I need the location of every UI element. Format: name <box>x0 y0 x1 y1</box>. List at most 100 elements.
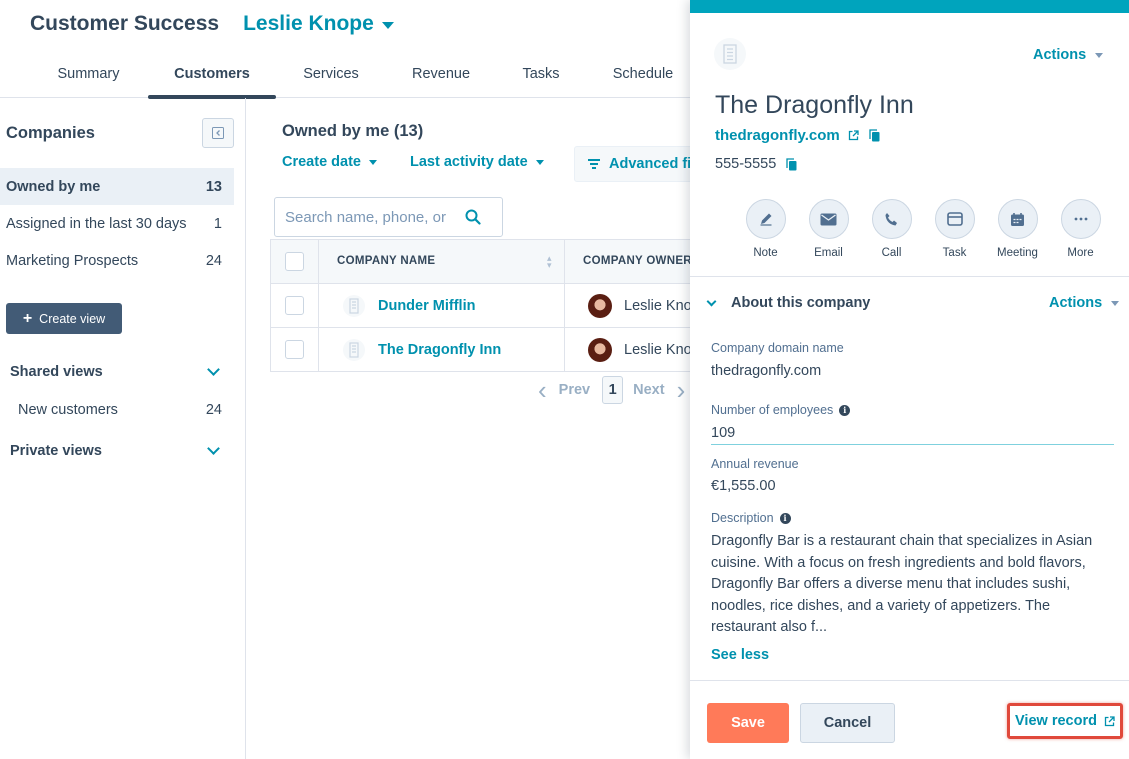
about-company-toggle[interactable]: About this company <box>706 295 871 311</box>
last-activity-date-filter[interactable]: Last activity date <box>410 154 544 170</box>
company-domain-link[interactable]: thedragonfly.com <box>715 127 880 144</box>
meeting-button[interactable]: Meeting <box>986 199 1049 259</box>
about-actions-dropdown[interactable]: Actions <box>1049 295 1120 311</box>
company-name-link[interactable]: The Dragonfly Inn <box>378 342 501 358</box>
external-link-icon <box>1104 715 1115 726</box>
actions-label: Actions <box>1049 295 1103 311</box>
view-item-assigned-last-30-days[interactable]: Assigned in the last 30 days 1 <box>0 205 234 242</box>
view-item-new-customers[interactable]: New customers 24 <box>12 391 234 428</box>
label-text: Number of employees <box>711 403 834 417</box>
company-preview-panel: Actions The Dragonfly Inn thedragonfly.c… <box>690 0 1129 759</box>
activity-buttons: Note Email Call Task Meeting More <box>734 199 1112 259</box>
chevron-right-icon[interactable]: › <box>677 377 686 403</box>
column-header-company-name[interactable]: COMPANY NAME <box>337 255 435 267</box>
company-owner: Leslie Knope <box>624 342 690 358</box>
about-title: About this company <box>731 295 871 311</box>
copy-icon[interactable] <box>786 157 797 171</box>
info-icon[interactable]: i <box>839 404 851 416</box>
table-row: Dunder Mifflin Leslie Knope <box>270 284 690 328</box>
see-less-link[interactable]: See less <box>711 647 769 663</box>
shared-views-toggle[interactable]: Shared views <box>10 363 222 380</box>
company-logo <box>714 38 746 70</box>
employees-input[interactable] <box>711 421 1114 445</box>
label-text: Annual revenue <box>711 457 799 471</box>
sort-icon[interactable]: ▴ ▾ <box>547 254 552 270</box>
task-icon <box>946 212 963 226</box>
tab-customers[interactable]: Customers <box>148 50 276 99</box>
prev-page-button[interactable]: Prev <box>559 382 590 398</box>
save-button[interactable]: Save <box>707 703 789 743</box>
domain-property-value[interactable]: thedragonfly.com <box>711 363 821 379</box>
select-all-checkbox[interactable] <box>285 252 304 271</box>
more-button[interactable]: More <box>1049 199 1112 259</box>
caret-down-icon <box>381 21 394 29</box>
tab-tasks[interactable]: Tasks <box>496 50 586 98</box>
email-circle <box>808 199 849 239</box>
revenue-property-value[interactable]: €1,555.00 <box>711 478 776 494</box>
view-label: Assigned in the last 30 days <box>6 215 187 232</box>
filter-icon <box>588 157 600 171</box>
copy-icon[interactable] <box>869 129 880 142</box>
calendar-icon <box>1011 212 1024 226</box>
advanced-filters-button[interactable]: Advanced fi <box>574 146 690 182</box>
envelope-icon <box>820 213 837 225</box>
domain-property-label: Company domain name <box>711 341 844 355</box>
chevron-down-icon <box>207 442 220 455</box>
email-button[interactable]: Email <box>797 199 860 259</box>
note-label: Note <box>753 247 778 259</box>
user-selector-dropdown[interactable]: Leslie Knope <box>243 12 394 36</box>
company-phone: 555-5555 <box>715 156 797 172</box>
revenue-property-label: Annual revenue <box>711 457 799 471</box>
domain-text: thedragonfly.com <box>715 127 840 144</box>
tab-revenue[interactable]: Revenue <box>386 50 496 98</box>
more-icon <box>1074 217 1087 221</box>
private-views-toggle[interactable]: Private views <box>10 442 222 459</box>
view-record-button[interactable]: View record <box>1007 703 1123 739</box>
advanced-filters-label: Advanced fi <box>609 156 690 172</box>
search-icon[interactable] <box>465 209 481 225</box>
views-sidebar: Companies Owned by me 13 Assigned in the… <box>0 98 246 759</box>
view-count: 13 <box>205 178 222 195</box>
chevron-down-icon <box>207 363 220 376</box>
caret-down-icon <box>535 159 544 165</box>
pencil-icon <box>760 213 771 226</box>
task-label: Task <box>942 247 967 259</box>
caret-down-icon <box>1111 300 1120 306</box>
description-value[interactable]: Dragonfly Bar is a restaurant chain that… <box>711 531 1111 639</box>
current-page-button[interactable]: 1 <box>602 376 624 404</box>
divider <box>690 276 1129 277</box>
plus-icon: + <box>22 309 33 327</box>
create-view-label: Create view <box>39 311 106 326</box>
info-icon[interactable]: i <box>779 512 791 524</box>
view-item-marketing-prospects[interactable]: Marketing Prospects 24 <box>0 242 234 279</box>
panel-accent-bar <box>690 0 1129 13</box>
task-circle <box>934 199 975 239</box>
view-item-owned-by-me[interactable]: Owned by me 13 <box>0 168 234 205</box>
cancel-button[interactable]: Cancel <box>800 703 895 743</box>
call-button[interactable]: Call <box>860 199 923 259</box>
tab-services[interactable]: Services <box>276 50 386 98</box>
employees-property-label: Number of employees i <box>711 403 851 417</box>
company-name-link[interactable]: Dunder Mifflin <box>378 298 475 314</box>
next-page-button[interactable]: Next <box>633 382 664 398</box>
row-checkbox[interactable] <box>285 296 304 315</box>
tab-schedule[interactable]: Schedule <box>586 50 700 98</box>
company-list-area: Owned by me (13) Create date Last activi… <box>246 98 690 759</box>
collapse-sidebar-button[interactable] <box>202 118 234 148</box>
description-property-label: Description i <box>711 511 791 525</box>
filter-label: Last activity date <box>410 154 528 170</box>
row-checkbox[interactable] <box>285 340 304 359</box>
view-label: Marketing Prospects <box>6 252 139 269</box>
create-view-button[interactable]: + Create view <box>6 303 122 334</box>
company-building-icon <box>343 339 365 361</box>
panel-footer: Save Cancel View record <box>690 680 1129 759</box>
note-button[interactable]: Note <box>734 199 797 259</box>
task-button[interactable]: Task <box>923 199 986 259</box>
phone-icon <box>885 212 897 225</box>
create-date-filter[interactable]: Create date <box>282 154 377 170</box>
search-input[interactable] <box>285 208 465 226</box>
panel-actions-dropdown[interactable]: Actions <box>1033 47 1104 63</box>
column-header-company-owner[interactable]: COMPANY OWNER <box>583 255 690 267</box>
chevron-left-icon[interactable]: ‹ <box>538 377 547 403</box>
row-check-cell <box>271 328 319 371</box>
